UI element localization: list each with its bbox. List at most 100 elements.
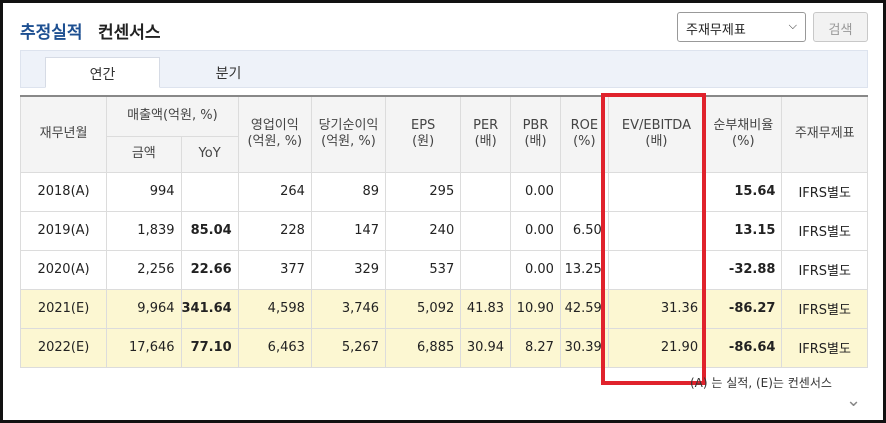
cell-op: 6,463	[237, 327, 312, 368]
cell-debt: -86.27	[704, 288, 783, 329]
cell-roe: 42.59	[559, 288, 609, 329]
header-roe: ROE (%)	[559, 95, 609, 173]
header-ev-ebitda: EV/EBITDA (배)	[607, 95, 706, 173]
cell-amount: 1,839	[106, 210, 182, 251]
cell-ev	[607, 249, 706, 290]
cell-op: 4,598	[237, 288, 312, 329]
cell-debt: 13.15	[704, 210, 783, 251]
cell-std: IFRS별도	[781, 171, 868, 212]
cell-ev: 21.90	[607, 327, 706, 368]
cell-ev	[607, 171, 706, 212]
select-value: 주재무제표	[686, 23, 746, 38]
cell-amount: 2,256	[106, 249, 182, 290]
cell-pbr: 0.00	[510, 171, 561, 212]
header-sales-amount: 금액	[106, 135, 182, 173]
consensus-table: 재무년월 매출액(억원, %) 영업이익 (억원, %) 당기순이익 (억원, …	[19, 95, 868, 368]
cell-roe: 6.50	[559, 210, 609, 251]
cell-period: 2022(E)	[19, 327, 108, 368]
cell-per: 41.83	[460, 288, 512, 329]
header-op-income-label: 영업이익	[250, 118, 299, 134]
cell-pbr: 0.00	[510, 249, 561, 290]
header-std: 주재무제표	[781, 95, 868, 173]
table-row: 2019(A) 1,839 85.04 228 147 240 0.00 6.5…	[19, 210, 868, 251]
header-net-income-label: 당기순이익	[318, 118, 379, 134]
cell-debt: -86.64	[704, 327, 783, 368]
cell-roe: 30.39	[559, 327, 609, 368]
cell-eps: 537	[385, 249, 462, 290]
period-tabs: 연간 분기	[20, 50, 868, 88]
cell-roe: 13.25	[559, 249, 609, 290]
cell-ev	[607, 210, 706, 251]
header-net-income: 당기순이익 (억원, %)	[310, 95, 387, 173]
cell-amount: 994	[106, 171, 182, 212]
cell-per	[460, 171, 512, 212]
cell-yoy: 85.04	[180, 210, 239, 251]
cell-yoy: 22.66	[180, 249, 239, 290]
cell-per	[460, 210, 512, 251]
header-op-income-unit: (억원, %)	[247, 134, 303, 150]
header-per-unit: (배)	[474, 134, 497, 150]
cell-std: IFRS별도	[781, 249, 868, 290]
cell-std: IFRS별도	[781, 327, 868, 368]
header-ev-ebitda-unit: (배)	[645, 134, 668, 150]
cell-eps: 295	[385, 171, 462, 212]
cell-net: 89	[310, 171, 387, 212]
header-per: PER (배)	[460, 95, 512, 173]
cell-period: 2021(E)	[19, 288, 108, 329]
table-row: 2020(A) 2,256 22.66 377 329 537 0.00 13.…	[19, 249, 868, 290]
header-pbr-unit: (배)	[524, 134, 547, 150]
chevron-down-icon[interactable]: ⌄	[846, 390, 861, 411]
cell-eps: 5,092	[385, 288, 462, 329]
header-eps-label: EPS	[411, 118, 436, 134]
statement-type-select[interactable]: 주재무제표 ⌵	[677, 12, 806, 42]
cell-std: IFRS별도	[781, 210, 868, 251]
header-debt-ratio-unit: (%)	[732, 134, 755, 150]
cell-roe	[559, 171, 609, 212]
header-period: 재무년월	[19, 95, 108, 173]
chevron-down-icon: ⌵	[788, 19, 797, 32]
header-sales-yoy: YoY	[180, 135, 239, 173]
cell-yoy: 341.64	[180, 288, 239, 329]
cell-yoy: 77.10	[180, 327, 239, 368]
header-net-income-unit: (억원, %)	[321, 134, 376, 150]
header-debt-ratio: 순부채비율 (%)	[704, 95, 783, 173]
cell-ev: 31.36	[607, 288, 706, 329]
cell-period: 2020(A)	[19, 249, 108, 290]
page-title: 추정실적	[20, 23, 83, 43]
header-roe-label: ROE	[570, 118, 599, 134]
cell-debt: -32.88	[704, 249, 783, 290]
header-eps: EPS (원)	[385, 95, 462, 173]
header-pbr: PBR (배)	[510, 95, 561, 173]
cell-per	[460, 249, 512, 290]
header-debt-ratio-label: 순부채비율	[713, 118, 774, 134]
header-sales: 매출액(억원, %)	[106, 95, 239, 137]
header-ev-ebitda-label: EV/EBITDA	[621, 118, 691, 134]
search-button[interactable]: 검색	[813, 12, 868, 42]
tab-annual[interactable]: 연간	[45, 57, 160, 88]
cell-op: 264	[237, 171, 312, 212]
cell-op: 228	[237, 210, 312, 251]
cell-net: 5,267	[310, 327, 387, 368]
cell-per: 30.94	[460, 327, 512, 368]
header-pbr-label: PBR	[522, 118, 549, 134]
footnote: (A) 는 실적, (E)는 컨센서스	[690, 376, 832, 390]
table-row: 2022(E) 17,646 77.10 6,463 5,267 6,885 3…	[19, 327, 868, 368]
cell-debt: 15.64	[704, 171, 783, 212]
header-roe-unit: (%)	[573, 134, 596, 150]
cell-pbr: 8.27	[510, 327, 561, 368]
cell-period: 2019(A)	[19, 210, 108, 251]
cell-period: 2018(A)	[19, 171, 108, 212]
header-per-label: PER	[473, 118, 499, 134]
cell-std: IFRS별도	[781, 288, 868, 329]
cell-amount: 17,646	[106, 327, 182, 368]
cell-op: 377	[237, 249, 312, 290]
cell-net: 3,746	[310, 288, 387, 329]
header-op-income: 영업이익 (억원, %)	[237, 95, 312, 173]
cell-amount: 9,964	[106, 288, 182, 329]
cell-net: 147	[310, 210, 387, 251]
cell-pbr: 10.90	[510, 288, 561, 329]
header-eps-unit: (원)	[412, 134, 435, 150]
cell-eps: 240	[385, 210, 462, 251]
table-row: 2018(A) 994 264 89 295 0.00 15.64 IFRS별도	[19, 171, 868, 212]
tab-quarterly[interactable]: 분기	[171, 57, 286, 88]
